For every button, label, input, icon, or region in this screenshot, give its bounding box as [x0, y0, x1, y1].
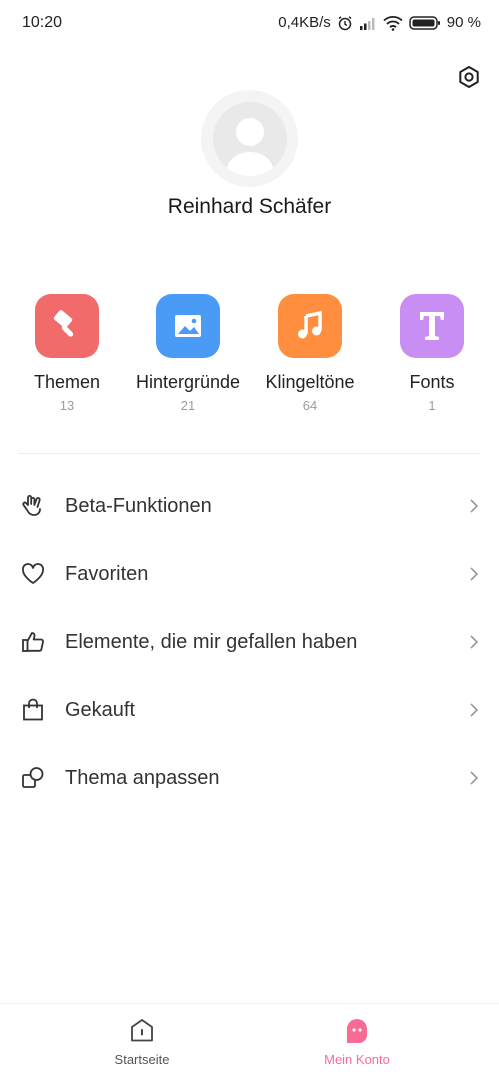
wifi-icon [383, 15, 403, 31]
chevron-right-icon [467, 768, 481, 788]
chevron-right-icon [467, 632, 481, 652]
signal-icon [359, 16, 377, 30]
menu-item-label: Gekauft [65, 698, 136, 721]
category-themes[interactable]: Themen 13 [7, 294, 127, 413]
menu-item-customize-theme[interactable]: Thema anpassen [0, 744, 499, 812]
battery-level: 90 % [446, 14, 481, 31]
category-label: Fonts [409, 372, 455, 392]
category-label: Klingeltöne [265, 372, 355, 392]
category-grid: Themen 13 Hintergründe 21 Klingeltöne 64… [0, 294, 499, 424]
gear-icon [457, 65, 481, 94]
menu-item-favorites[interactable]: Favoriten [0, 540, 499, 608]
category-count: 21 [180, 398, 196, 413]
menu-item-purchased[interactable]: Gekauft [0, 676, 499, 744]
tab-my-account[interactable]: Mein Konto [292, 1016, 422, 1067]
alarm-icon [337, 15, 353, 31]
brush-icon [35, 294, 99, 358]
chevron-right-icon [467, 496, 481, 516]
category-count: 64 [302, 398, 318, 413]
divider [18, 453, 480, 454]
account-icon [342, 1016, 372, 1046]
chevron-right-icon [467, 564, 481, 584]
category-wallpapers[interactable]: Hintergründe 21 [128, 294, 248, 413]
menu-list: Beta-Funktionen Favoriten Elemente, die … [0, 472, 499, 812]
home-icon [127, 1016, 157, 1046]
bottom-nav: Startseite Mein Konto [0, 1003, 499, 1081]
battery-icon [409, 15, 441, 31]
category-label: Themen [33, 372, 101, 392]
menu-item-label: Thema anpassen [65, 766, 220, 789]
tab-home[interactable]: Startseite [77, 1016, 207, 1067]
image-icon [156, 294, 220, 358]
category-count: 13 [59, 398, 75, 413]
menu-item-label: Favoriten [65, 562, 149, 585]
hand-gesture-icon [19, 492, 47, 520]
tab-label: Mein Konto [324, 1052, 390, 1067]
thumbs-up-icon [19, 628, 47, 656]
profile-name: Reinhard Schäfer [167, 195, 332, 218]
status-icons: 0,4KB/s 90 % [278, 14, 481, 31]
menu-item-beta-features[interactable]: Beta-Funktionen [0, 472, 499, 540]
shopping-bag-icon [19, 696, 47, 724]
category-count: 1 [428, 398, 436, 413]
category-ringtones[interactable]: Klingeltöne 64 [250, 294, 370, 413]
status-bar: 10:20 0,4KB/s 90 % [0, 0, 499, 48]
tab-label: Startseite [114, 1052, 170, 1067]
heart-icon [19, 560, 47, 588]
category-label: Hintergründe [135, 372, 241, 392]
avatar[interactable] [201, 90, 298, 187]
category-fonts[interactable]: Fonts 1 [372, 294, 492, 413]
menu-item-liked-items[interactable]: Elemente, die mir gefallen haben [0, 608, 499, 676]
customize-icon [19, 764, 47, 792]
status-time: 10:20 [22, 14, 63, 31]
settings-button[interactable] [454, 64, 484, 94]
menu-item-label: Elemente, die mir gefallen haben [65, 630, 358, 653]
network-speed: 0,4KB/s [278, 14, 331, 31]
menu-item-label: Beta-Funktionen [65, 494, 212, 517]
font-icon [400, 294, 464, 358]
avatar-placeholder-icon [212, 101, 287, 176]
chevron-right-icon [467, 700, 481, 720]
music-note-icon [278, 294, 342, 358]
